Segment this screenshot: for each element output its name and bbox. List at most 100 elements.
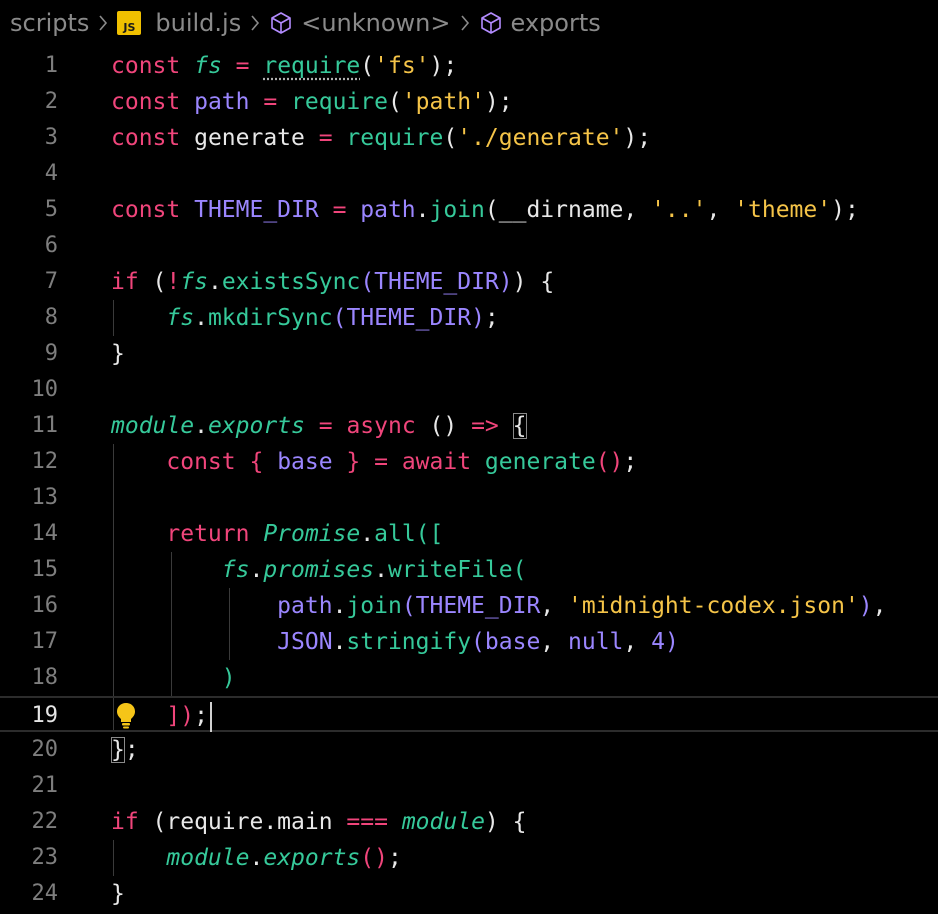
line-number: 22 xyxy=(31,809,59,834)
line-number: 9 xyxy=(44,341,58,366)
code-token: return xyxy=(166,521,264,547)
code-token: path xyxy=(277,593,333,619)
code-token: () xyxy=(595,449,624,475)
code-token: . xyxy=(207,269,222,295)
code-line[interactable]: 8 fs.mkdirSync(THEME_DIR); xyxy=(0,300,938,336)
code-token: '..' xyxy=(651,197,707,223)
code-token: . xyxy=(249,557,264,583)
code-token: path xyxy=(360,197,416,223)
code-line[interactable]: 14 return Promise.all([ xyxy=(0,516,938,552)
code-token: , xyxy=(706,197,735,223)
breadcrumb-symbol-label: exports xyxy=(510,9,601,37)
code-token: ; xyxy=(623,449,638,475)
code-token: } xyxy=(111,881,125,907)
code-token: stringify xyxy=(346,629,472,655)
code-line[interactable]: 18 ) xyxy=(0,660,938,696)
code-token: , xyxy=(540,593,568,619)
code-line[interactable]: 10 xyxy=(0,372,938,408)
code-line[interactable]: 24} xyxy=(0,876,938,912)
code-line[interactable]: 11 module.exports = async () => { xyxy=(0,408,938,444)
code-token: (require.main xyxy=(152,809,347,835)
breadcrumb-folder[interactable]: scripts xyxy=(10,9,89,37)
code-line[interactable]: 13 xyxy=(0,480,938,516)
code-token: ( xyxy=(443,125,458,151)
chevron-right-icon xyxy=(250,14,260,32)
code-token: fs xyxy=(194,53,222,79)
code-token: ( xyxy=(401,593,416,619)
code-token: require xyxy=(263,53,361,79)
code-line[interactable]: 19 ]); xyxy=(0,696,938,732)
code-line[interactable]: 1 const fs = require('fs'); xyxy=(0,48,938,84)
code-token: ( xyxy=(471,629,485,655)
code-line[interactable]: 12 const { base } = await generate(); xyxy=(0,444,938,480)
code-token: Promise xyxy=(263,521,361,547)
code-editor[interactable]: 1 const fs = require('fs'); 2 const path = … xyxy=(0,48,938,912)
code-token: . xyxy=(194,413,208,439)
code-token: generate xyxy=(194,125,305,151)
code-token: ) { xyxy=(484,809,527,835)
line-number: 2 xyxy=(44,89,58,114)
code-token: . xyxy=(415,197,430,223)
code-token: = xyxy=(249,89,292,115)
line-number: 5 xyxy=(44,197,58,222)
code-line[interactable]: 16 path.join(THEME_DIR, 'midnight-codex.… xyxy=(0,588,938,624)
code-token: THEME_DIR xyxy=(374,269,499,295)
line-number: 21 xyxy=(31,773,59,798)
code-token: async xyxy=(346,413,416,439)
code-text: ]); xyxy=(111,698,212,734)
code-line[interactable]: 15 fs.promises.writeFile( xyxy=(0,552,938,588)
code-text: } xyxy=(111,336,125,372)
code-line[interactable]: 17 JSON.stringify(base, null, 4) xyxy=(0,624,938,660)
line-number: 17 xyxy=(31,629,59,654)
code-token: ; xyxy=(484,305,499,331)
code-token: , xyxy=(623,629,652,655)
code-token: ) xyxy=(664,629,679,655)
code-token: const xyxy=(111,197,195,223)
code-token: ( xyxy=(152,269,167,295)
code-token: . xyxy=(332,629,347,655)
line-number: 23 xyxy=(31,845,59,870)
breadcrumb-symbol-label: <unknown> xyxy=(301,9,451,37)
code-line[interactable]: 22 if (require.main === module) { xyxy=(0,804,938,840)
breadcrumb-file[interactable]: JS build.js xyxy=(117,9,241,37)
code-line[interactable]: 21 xyxy=(0,768,938,804)
code-text: const generate = require('./generate'); xyxy=(111,120,651,156)
line-number: 12 xyxy=(31,449,59,474)
code-text: const THEME_DIR = path.join(__dirname, '… xyxy=(111,192,859,228)
breadcrumb-symbol-unknown[interactable]: <unknown> xyxy=(269,9,451,37)
code-token: const xyxy=(111,125,195,151)
code-line[interactable]: 3 const generate = require('./generate'); xyxy=(0,120,938,156)
indent-guide xyxy=(113,480,114,516)
code-line[interactable]: 2 const path = require('path'); xyxy=(0,84,938,120)
code-token: ( xyxy=(387,89,402,115)
code-line[interactable]: 20}; xyxy=(0,732,938,768)
line-number: 4 xyxy=(44,161,58,186)
code-token: const xyxy=(166,449,250,475)
code-token: ; xyxy=(124,737,139,763)
code-text: } xyxy=(111,876,125,912)
line-number: 14 xyxy=(31,521,59,546)
breadcrumb-symbol-exports[interactable]: exports xyxy=(479,9,601,37)
code-line[interactable]: 4 xyxy=(0,156,938,192)
code-line[interactable]: 5 const THEME_DIR = path.join(__dirname, … xyxy=(0,192,938,228)
code-token: () xyxy=(415,413,472,439)
code-line[interactable]: 9} xyxy=(0,336,938,372)
code-token: ) xyxy=(858,593,873,619)
code-line[interactable]: 7 if (!fs.existsSync(THEME_DIR)) { xyxy=(0,264,938,300)
code-token: ) xyxy=(498,269,513,295)
code-token: all xyxy=(374,521,416,547)
code-token: ); xyxy=(484,89,513,115)
cube-icon xyxy=(269,11,293,35)
code-line[interactable]: 6 xyxy=(0,228,938,264)
code-token: ( xyxy=(360,53,375,79)
line-number: 11 xyxy=(31,413,59,438)
code-token: join xyxy=(346,593,402,619)
code-token: 'fs' xyxy=(374,53,430,79)
code-text: const { base } = await generate(); xyxy=(111,444,637,480)
code-token: existsSync xyxy=(221,269,361,295)
code-line[interactable]: 23 module.exports(); xyxy=(0,840,938,876)
line-number: 3 xyxy=(44,125,58,150)
